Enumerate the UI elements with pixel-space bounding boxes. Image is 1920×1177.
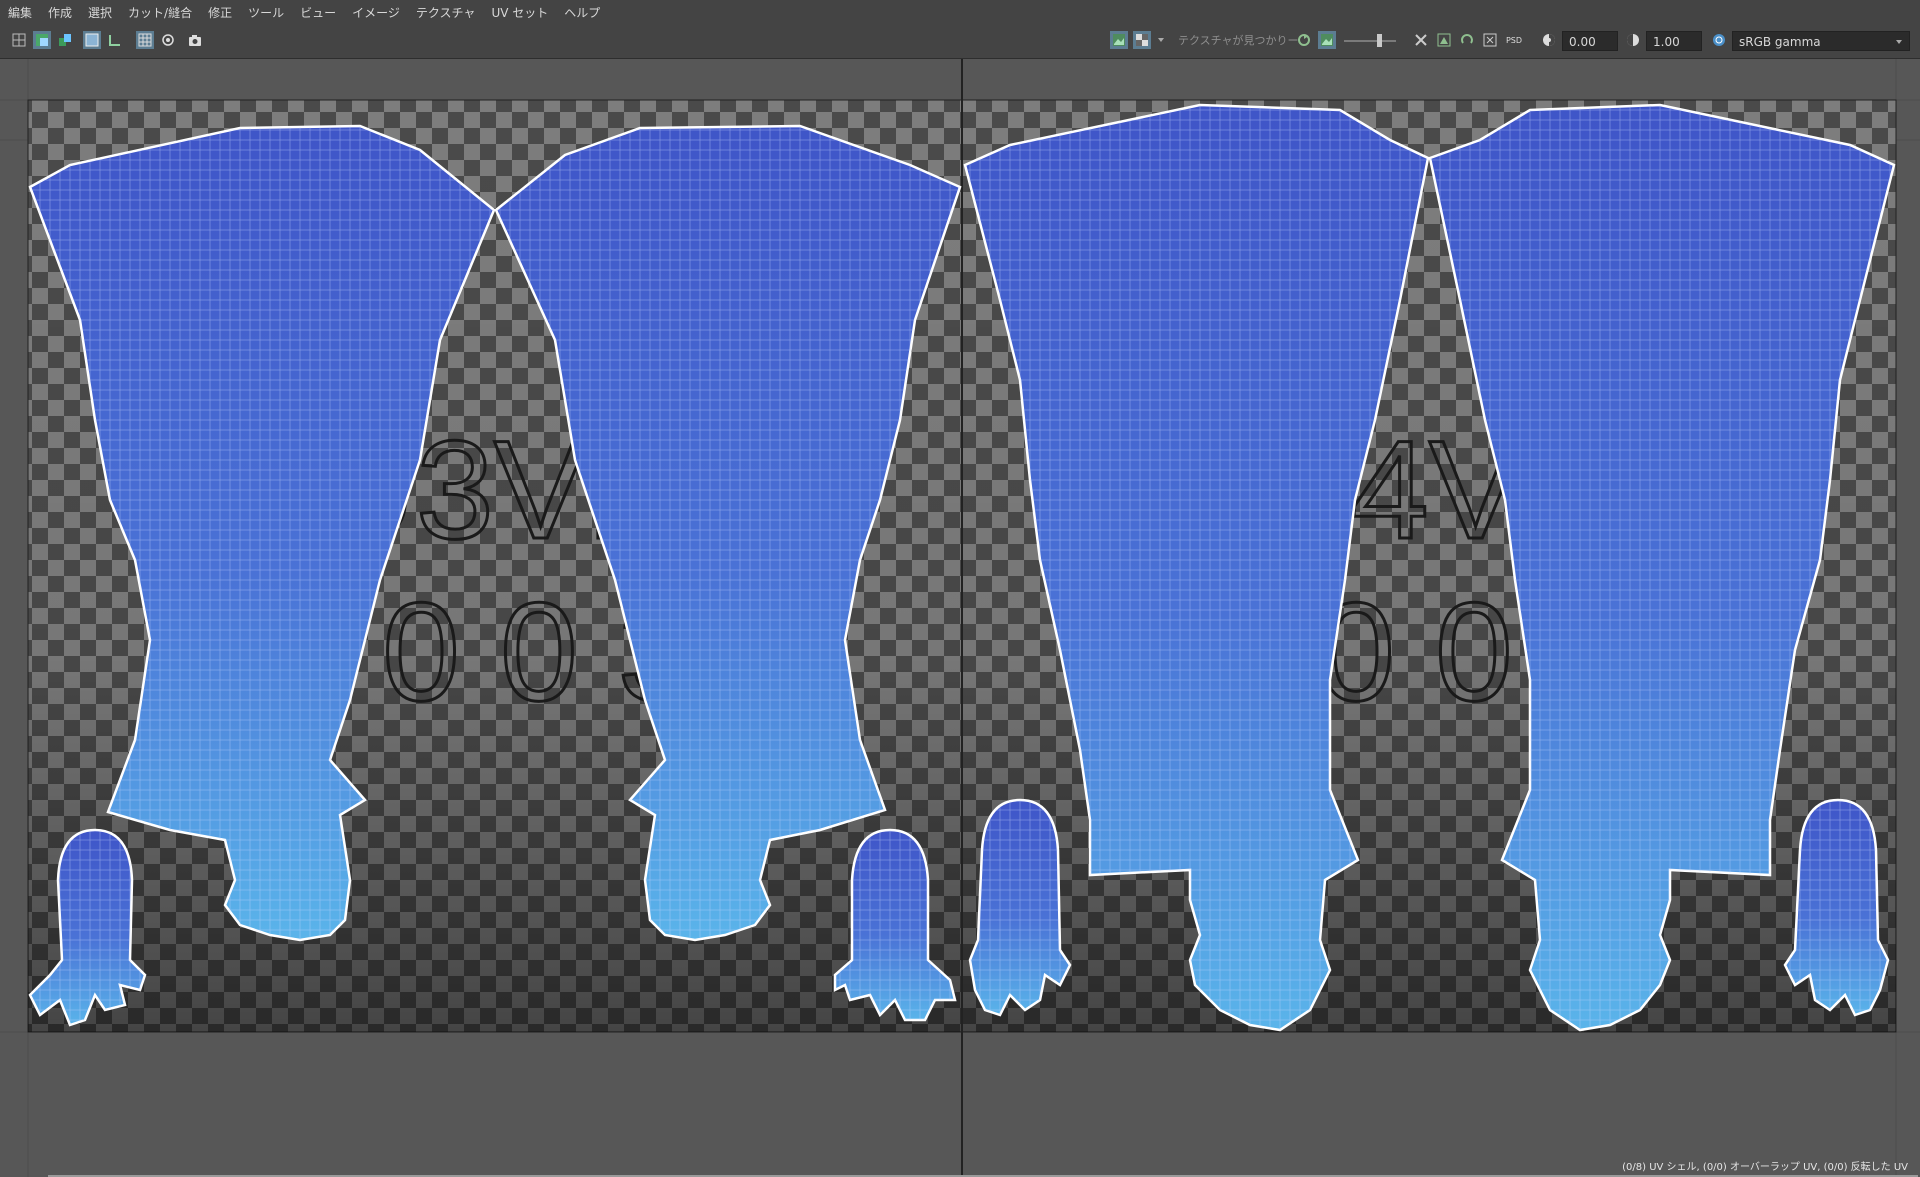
uv-toolbar: テクスチャが見つかりー PSD 0.00 1.00 sRGB gamma (0, 24, 1920, 59)
snapshot-icon[interactable] (186, 31, 204, 49)
menu-item-1[interactable]: 作成 (40, 4, 80, 21)
menu-item-6[interactable]: ビュー (292, 4, 344, 21)
menu-item-9[interactable]: UV セット (483, 4, 556, 21)
distortion-icon[interactable] (56, 31, 74, 49)
color-management-icon[interactable] (1710, 31, 1728, 49)
uv-status-text: (0/8) UV シェル, (0/0) オーバーラップ UV, (0/0) 反転… (1622, 1162, 1908, 1173)
grid-toggle-icon[interactable] (10, 31, 28, 49)
psd-network-icon[interactable]: PSD (1504, 31, 1524, 49)
menu-item-2[interactable]: 選択 (80, 4, 120, 21)
gamma-icon[interactable] (1624, 31, 1642, 49)
texture-status-label: テクスチャが見つかりー (1178, 34, 1299, 47)
texture-image-icon[interactable] (1318, 31, 1336, 49)
filter-icon[interactable] (1412, 31, 1430, 49)
uv-editor-viewport[interactable]: U3V1 1003 U4V1 1004 (0/8) UV シェル, (0/0) … (0, 59, 1920, 1177)
exposure-icon[interactable] (1540, 31, 1558, 49)
update-texture-icon[interactable] (1458, 31, 1476, 49)
menu-item-4[interactable]: 修正 (200, 4, 240, 21)
menu-item-5[interactable]: ツール (240, 4, 292, 21)
uv-edge-icon[interactable] (106, 31, 124, 49)
chevron-down-icon (1896, 40, 1902, 44)
menu-item-7[interactable]: イメージ (344, 4, 408, 21)
chevron-down-icon[interactable] (1156, 31, 1166, 49)
uv-shell-border-icon[interactable] (83, 31, 101, 49)
color-space-select[interactable]: sRGB gamma (1732, 31, 1910, 51)
menu-item-3[interactable]: カット/縫合 (120, 4, 200, 21)
color-space-value: sRGB gamma (1739, 35, 1821, 49)
gamma-field[interactable]: 1.00 (1646, 31, 1702, 51)
image-display-icon[interactable] (1110, 31, 1128, 49)
exposure-field[interactable]: 0.00 (1562, 31, 1618, 51)
menu-item-8[interactable]: テクスチャ (408, 4, 484, 21)
pixel-snap-icon[interactable] (159, 31, 177, 49)
uv-canvas[interactable]: U3V1 1003 U4V1 1004 (0, 59, 1920, 1177)
texture-sync-icon[interactable] (1295, 31, 1313, 49)
image-range-icon[interactable] (1435, 31, 1453, 49)
checker-grid-icon[interactable] (136, 31, 154, 49)
checker-tile-icon[interactable] (1133, 31, 1151, 49)
dim-slider-track[interactable] (1344, 40, 1396, 42)
menu-bar: 編集 作成 選択 カット/縫合 修正 ツール ビュー イメージ テクスチャ UV セット ヘルプ (0, 0, 1920, 24)
dim-image-icon[interactable] (1481, 31, 1499, 49)
menu-item-10[interactable]: ヘルプ (556, 4, 608, 21)
menu-item-0[interactable]: 編集 (0, 4, 40, 21)
shaded-uv-icon[interactable] (33, 31, 51, 49)
dim-slider-thumb[interactable] (1377, 34, 1382, 47)
